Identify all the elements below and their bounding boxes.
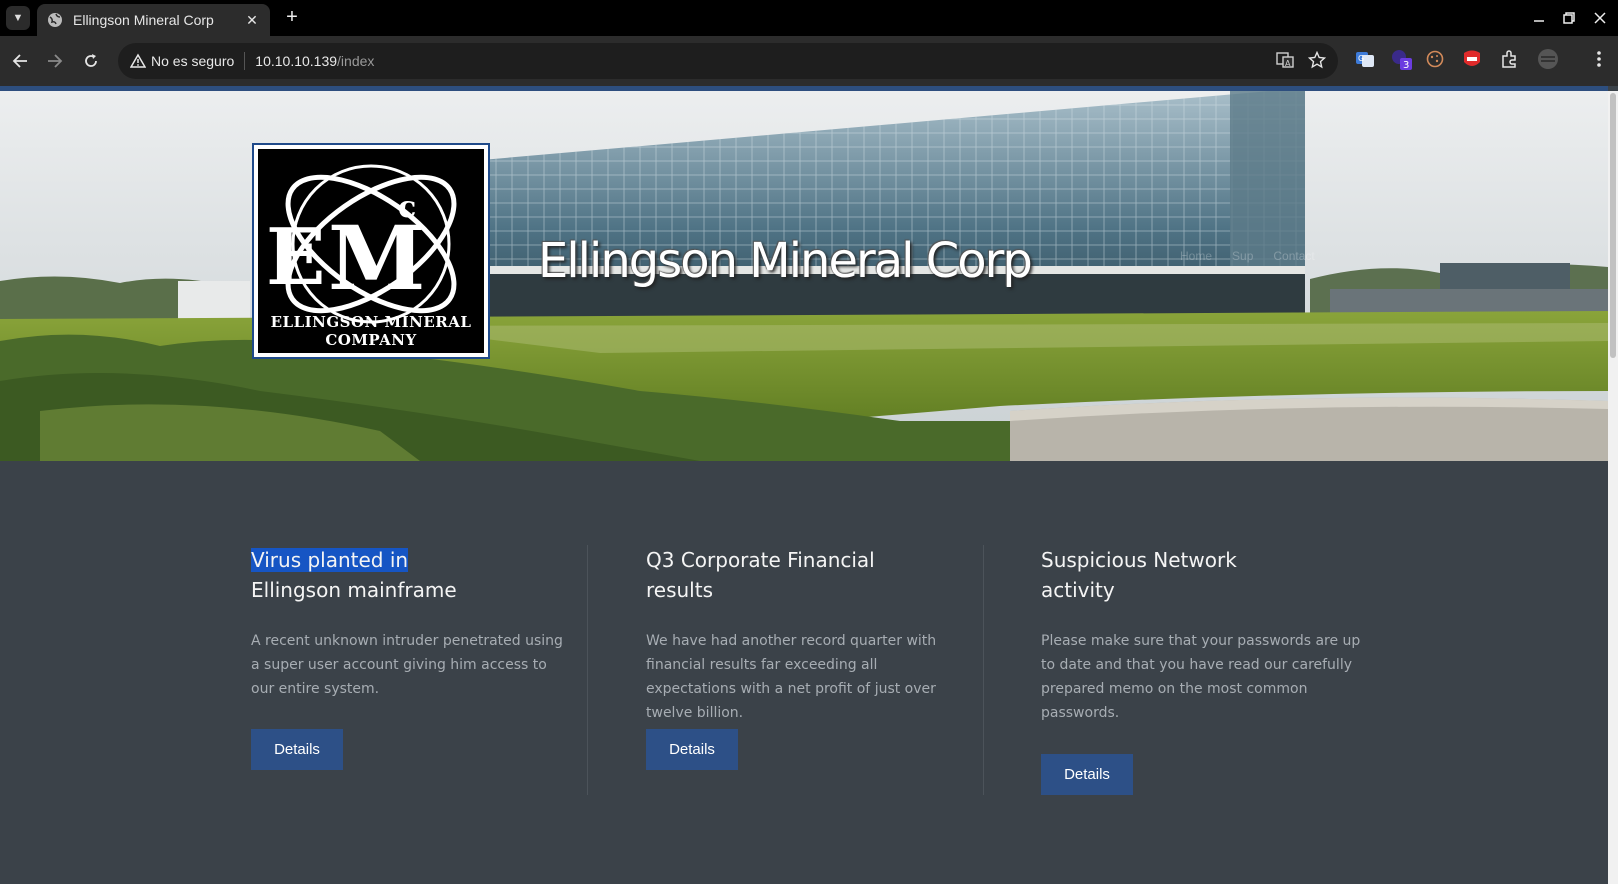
kebab-menu-icon[interactable]	[1588, 48, 1610, 70]
card-title: Q3 Corporate Financial results	[646, 545, 966, 605]
nav-home-link[interactable]: Home	[1180, 249, 1212, 263]
card-title-line1: Virus planted in	[251, 548, 409, 572]
company-logo[interactable]: E M c ELLINGSON MINERAL COMPANY	[252, 143, 490, 359]
details-button[interactable]: Details	[251, 729, 343, 770]
logo-letter-c: c	[398, 190, 416, 225]
nav-support-link[interactable]: Sup	[1232, 249, 1253, 263]
reload-icon[interactable]	[78, 48, 104, 74]
url-text: 10.10.10.139/index	[255, 53, 374, 69]
logo-caption: ELLINGSON MINERAL COMPANY	[270, 313, 472, 349]
nav-contact-link[interactable]: Contact	[1273, 249, 1314, 263]
column-divider	[587, 545, 588, 795]
globe-icon	[47, 12, 63, 28]
forward-arrow-icon[interactable]	[42, 48, 68, 74]
card-body: We have had another record quarter with …	[646, 633, 937, 721]
extension-badge-count: 3	[1403, 60, 1409, 70]
browser-toolbar: No es seguro 10.10.10.139/index A G 3	[0, 36, 1618, 86]
news-cards: Virus planted in Ellingson mainframe A re…	[251, 545, 1360, 795]
site-title: Ellingson Mineral Corp	[538, 233, 1033, 289]
svg-text:A: A	[1285, 59, 1291, 68]
minimize-icon[interactable]	[1527, 6, 1551, 30]
browser-tab[interactable]: Ellingson Mineral Corp ✕	[37, 4, 270, 36]
details-button[interactable]: Details	[1041, 754, 1133, 795]
tab-search-button[interactable]: ▼	[6, 6, 30, 30]
card-body: Please make sure that your passwords are…	[1041, 633, 1361, 721]
close-tab-icon[interactable]: ✕	[244, 12, 260, 29]
logo-emblem: E M c ELLINGSON MINERAL COMPANY	[258, 149, 484, 353]
news-card: Q3 Corporate Financial results We have ha…	[646, 545, 966, 770]
security-label: No es seguro	[151, 53, 235, 69]
profile-icon[interactable]	[1537, 48, 1559, 70]
card-title-line2: results	[646, 578, 714, 602]
column-divider	[983, 545, 984, 795]
warning-icon	[130, 53, 146, 69]
bookmark-star-icon[interactable]	[1307, 50, 1327, 74]
card-title-line1: Q3 Corporate Financial	[646, 548, 875, 572]
card-title: Suspicious Network activity	[1041, 545, 1361, 605]
card-title-line2: Ellingson mainframe	[251, 578, 457, 602]
url-host: 10.10.10.139	[255, 53, 338, 69]
cookie-icon[interactable]	[1424, 48, 1446, 70]
puzzle-extensions-icon[interactable]	[1498, 48, 1520, 70]
back-arrow-icon[interactable]	[7, 48, 33, 74]
adblock-icon[interactable]	[1461, 48, 1483, 70]
extension-badge-icon[interactable]: 3	[1390, 48, 1412, 70]
new-tab-button[interactable]: +	[280, 5, 304, 29]
address-bar[interactable]: No es seguro 10.10.10.139/index A	[118, 43, 1338, 79]
details-button[interactable]: Details	[646, 729, 738, 770]
chevron-down-icon: ▼	[12, 12, 24, 24]
security-chip[interactable]: No es seguro	[130, 53, 234, 69]
card-title-line1: Suspicious Network	[1041, 548, 1237, 572]
translate-icon[interactable]: A	[1276, 51, 1294, 74]
scrollbar-thumb[interactable]	[1610, 93, 1616, 358]
news-card: Suspicious Network activity Please make s…	[1041, 545, 1361, 795]
translate-extension-icon[interactable]: G	[1354, 48, 1376, 70]
card-title: Virus planted in Ellingson mainframe	[251, 545, 571, 605]
card-body: A recent unknown intruder penetrated usi…	[251, 633, 563, 697]
news-card: Virus planted in Ellingson mainframe A re…	[251, 545, 571, 770]
tab-title: Ellingson Mineral Corp	[73, 12, 214, 28]
address-separator	[244, 52, 246, 70]
tab-bar: ▼ Ellingson Mineral Corp ✕ +	[0, 0, 1618, 36]
svg-text:G: G	[1358, 54, 1364, 63]
restore-icon[interactable]	[1557, 6, 1581, 30]
hero-nav: Home Sup Contact	[1180, 249, 1315, 263]
url-path: /index	[337, 53, 375, 69]
close-window-icon[interactable]	[1588, 6, 1612, 30]
card-title-line2: activity	[1041, 578, 1115, 602]
logo-letter-e: E	[266, 212, 325, 303]
